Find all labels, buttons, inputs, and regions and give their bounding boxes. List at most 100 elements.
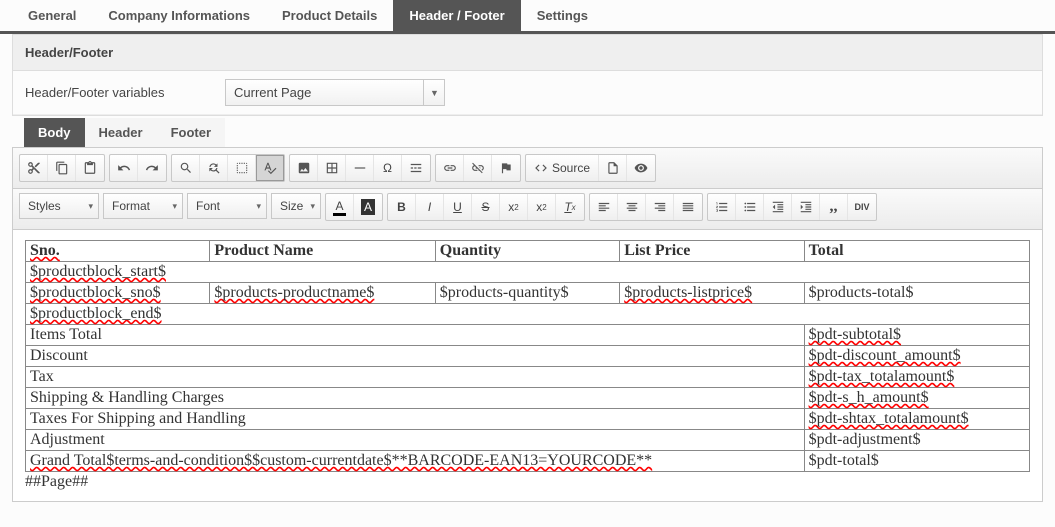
adjustment-label: Adjustment bbox=[26, 430, 805, 451]
shipping-label: Shipping & Handling Charges bbox=[26, 388, 805, 409]
replace-icon[interactable] bbox=[200, 155, 228, 181]
discount-label: Discount bbox=[26, 346, 805, 367]
chevron-down-icon: ▼ bbox=[423, 79, 445, 106]
align-center-icon[interactable] bbox=[618, 194, 646, 220]
table-icon[interactable] bbox=[318, 155, 346, 181]
format-select[interactable]: Format bbox=[103, 193, 183, 219]
variables-row: Header/Footer variables Current Page ▼ bbox=[13, 71, 1042, 115]
block-end-cell: $productblock_end$ bbox=[30, 305, 162, 322]
anchor-icon[interactable] bbox=[492, 155, 520, 181]
source-button[interactable]: Source bbox=[526, 155, 599, 181]
tax-row: Tax $pdt-tax_totalamount$ bbox=[26, 367, 1030, 388]
adjustment-value: $pdt-adjustment$ bbox=[804, 430, 1029, 451]
header-footer-panel: Header/Footer Header/Footer variables Cu… bbox=[12, 34, 1043, 116]
variables-select[interactable]: Current Page ▼ bbox=[225, 79, 445, 106]
th-name: Product Name bbox=[210, 241, 435, 262]
align-right-icon[interactable] bbox=[646, 194, 674, 220]
spellcheck-icon[interactable] bbox=[256, 155, 284, 181]
remove-format-icon[interactable]: Tx bbox=[556, 194, 584, 220]
shiptax-row: Taxes For Shipping and Handling $pdt-sht… bbox=[26, 409, 1030, 430]
shipping-value: $pdt-s_h_amount$ bbox=[809, 389, 929, 406]
block-start-cell: $productblock_start$ bbox=[30, 263, 166, 280]
ordered-list-icon[interactable] bbox=[708, 194, 736, 220]
tab-header-footer[interactable]: Header / Footer bbox=[393, 0, 520, 31]
th-qty: Quantity bbox=[435, 241, 619, 262]
block-start-row: $productblock_start$ bbox=[26, 262, 1030, 283]
cell-total: $products-total$ bbox=[804, 283, 1029, 304]
product-row: $productblock_sno$ $products-productname… bbox=[26, 283, 1030, 304]
adjustment-row: Adjustment $pdt-adjustment$ bbox=[26, 430, 1030, 451]
items-total-value: $pdt-subtotal$ bbox=[809, 326, 901, 343]
text-color-icon[interactable]: A bbox=[326, 194, 354, 220]
special-char-icon[interactable]: Ω bbox=[374, 155, 402, 181]
horizontal-rule-icon[interactable] bbox=[346, 155, 374, 181]
cut-icon[interactable] bbox=[20, 155, 48, 181]
paste-icon[interactable] bbox=[76, 155, 104, 181]
cell-sno: $productblock_sno$ bbox=[30, 284, 161, 301]
th-sno: Sno. bbox=[26, 241, 210, 262]
variables-label: Header/Footer variables bbox=[25, 85, 225, 100]
indent-icon[interactable] bbox=[792, 194, 820, 220]
page-marker: ##Page## bbox=[25, 473, 1030, 491]
rich-text-editor: Ω Source Styles Format Font Size A A B bbox=[12, 147, 1043, 502]
discount-row: Discount $pdt-discount_amount$ bbox=[26, 346, 1030, 367]
items-total-row: Items Total $pdt-subtotal$ bbox=[26, 325, 1030, 346]
subscript-icon[interactable]: x2 bbox=[500, 194, 528, 220]
items-total-label: Items Total bbox=[26, 325, 805, 346]
block-end-row: $productblock_end$ bbox=[26, 304, 1030, 325]
align-justify-icon[interactable] bbox=[674, 194, 702, 220]
redo-icon[interactable] bbox=[138, 155, 166, 181]
blockquote-icon[interactable]: ,, bbox=[820, 194, 848, 220]
italic-icon[interactable]: I bbox=[416, 194, 444, 220]
align-left-icon[interactable] bbox=[590, 194, 618, 220]
th-total: Total bbox=[804, 241, 1029, 262]
strike-icon[interactable]: S bbox=[472, 194, 500, 220]
bg-color-icon[interactable]: A bbox=[354, 194, 382, 220]
variables-select-value: Current Page bbox=[225, 79, 445, 106]
th-price: List Price bbox=[620, 241, 804, 262]
shiptax-label: Taxes For Shipping and Handling bbox=[26, 409, 805, 430]
grand-total-label: Grand Total$terms-and-condition$$custom-… bbox=[30, 452, 652, 469]
subtab-header[interactable]: Header bbox=[85, 118, 157, 147]
cell-price: $products-listprice$ bbox=[624, 284, 752, 301]
shipping-row: Shipping & Handling Charges $pdt-s_h_amo… bbox=[26, 388, 1030, 409]
underline-icon[interactable]: U bbox=[444, 194, 472, 220]
size-select[interactable]: Size bbox=[271, 193, 321, 219]
editor-tabs: Body Header Footer bbox=[0, 118, 1055, 147]
find-icon[interactable] bbox=[172, 155, 200, 181]
discount-value: $pdt-discount_amount$ bbox=[809, 347, 961, 364]
grand-total-value: $pdt-total$ bbox=[804, 451, 1029, 472]
toolbar-row-2: Styles Format Font Size A A B I U S x2 x… bbox=[13, 189, 1042, 230]
font-select[interactable]: Font bbox=[187, 193, 267, 219]
superscript-icon[interactable]: x2 bbox=[528, 194, 556, 220]
unordered-list-icon[interactable] bbox=[736, 194, 764, 220]
subtab-footer[interactable]: Footer bbox=[157, 118, 225, 147]
undo-icon[interactable] bbox=[110, 155, 138, 181]
tax-label: Tax bbox=[26, 367, 805, 388]
panel-title: Header/Footer bbox=[13, 35, 1042, 71]
div-container-icon[interactable]: DIV bbox=[848, 194, 876, 220]
copy-icon[interactable] bbox=[48, 155, 76, 181]
tab-product-details[interactable]: Product Details bbox=[266, 0, 393, 31]
templates-icon[interactable] bbox=[599, 155, 627, 181]
link-icon[interactable] bbox=[436, 155, 464, 181]
page-break-icon[interactable] bbox=[402, 155, 430, 181]
select-all-icon[interactable] bbox=[228, 155, 256, 181]
cell-name: $products-productname$ bbox=[214, 284, 374, 301]
image-icon[interactable] bbox=[290, 155, 318, 181]
outdent-icon[interactable] bbox=[764, 194, 792, 220]
tab-company-informations[interactable]: Company Informations bbox=[92, 0, 266, 31]
editor-content[interactable]: Sno. Product Name Quantity List Price To… bbox=[13, 230, 1042, 501]
table-header-row: Sno. Product Name Quantity List Price To… bbox=[26, 241, 1030, 262]
tab-settings[interactable]: Settings bbox=[521, 0, 604, 31]
subtab-body[interactable]: Body bbox=[24, 118, 85, 147]
products-table: Sno. Product Name Quantity List Price To… bbox=[25, 240, 1030, 472]
unlink-icon[interactable] bbox=[464, 155, 492, 181]
main-tabs: General Company Informations Product Det… bbox=[0, 0, 1055, 34]
cell-qty: $products-quantity$ bbox=[435, 283, 619, 304]
tab-general[interactable]: General bbox=[12, 0, 92, 31]
source-label: Source bbox=[552, 161, 590, 175]
styles-select[interactable]: Styles bbox=[19, 193, 99, 219]
bold-icon[interactable]: B bbox=[388, 194, 416, 220]
preview-icon[interactable] bbox=[627, 155, 655, 181]
